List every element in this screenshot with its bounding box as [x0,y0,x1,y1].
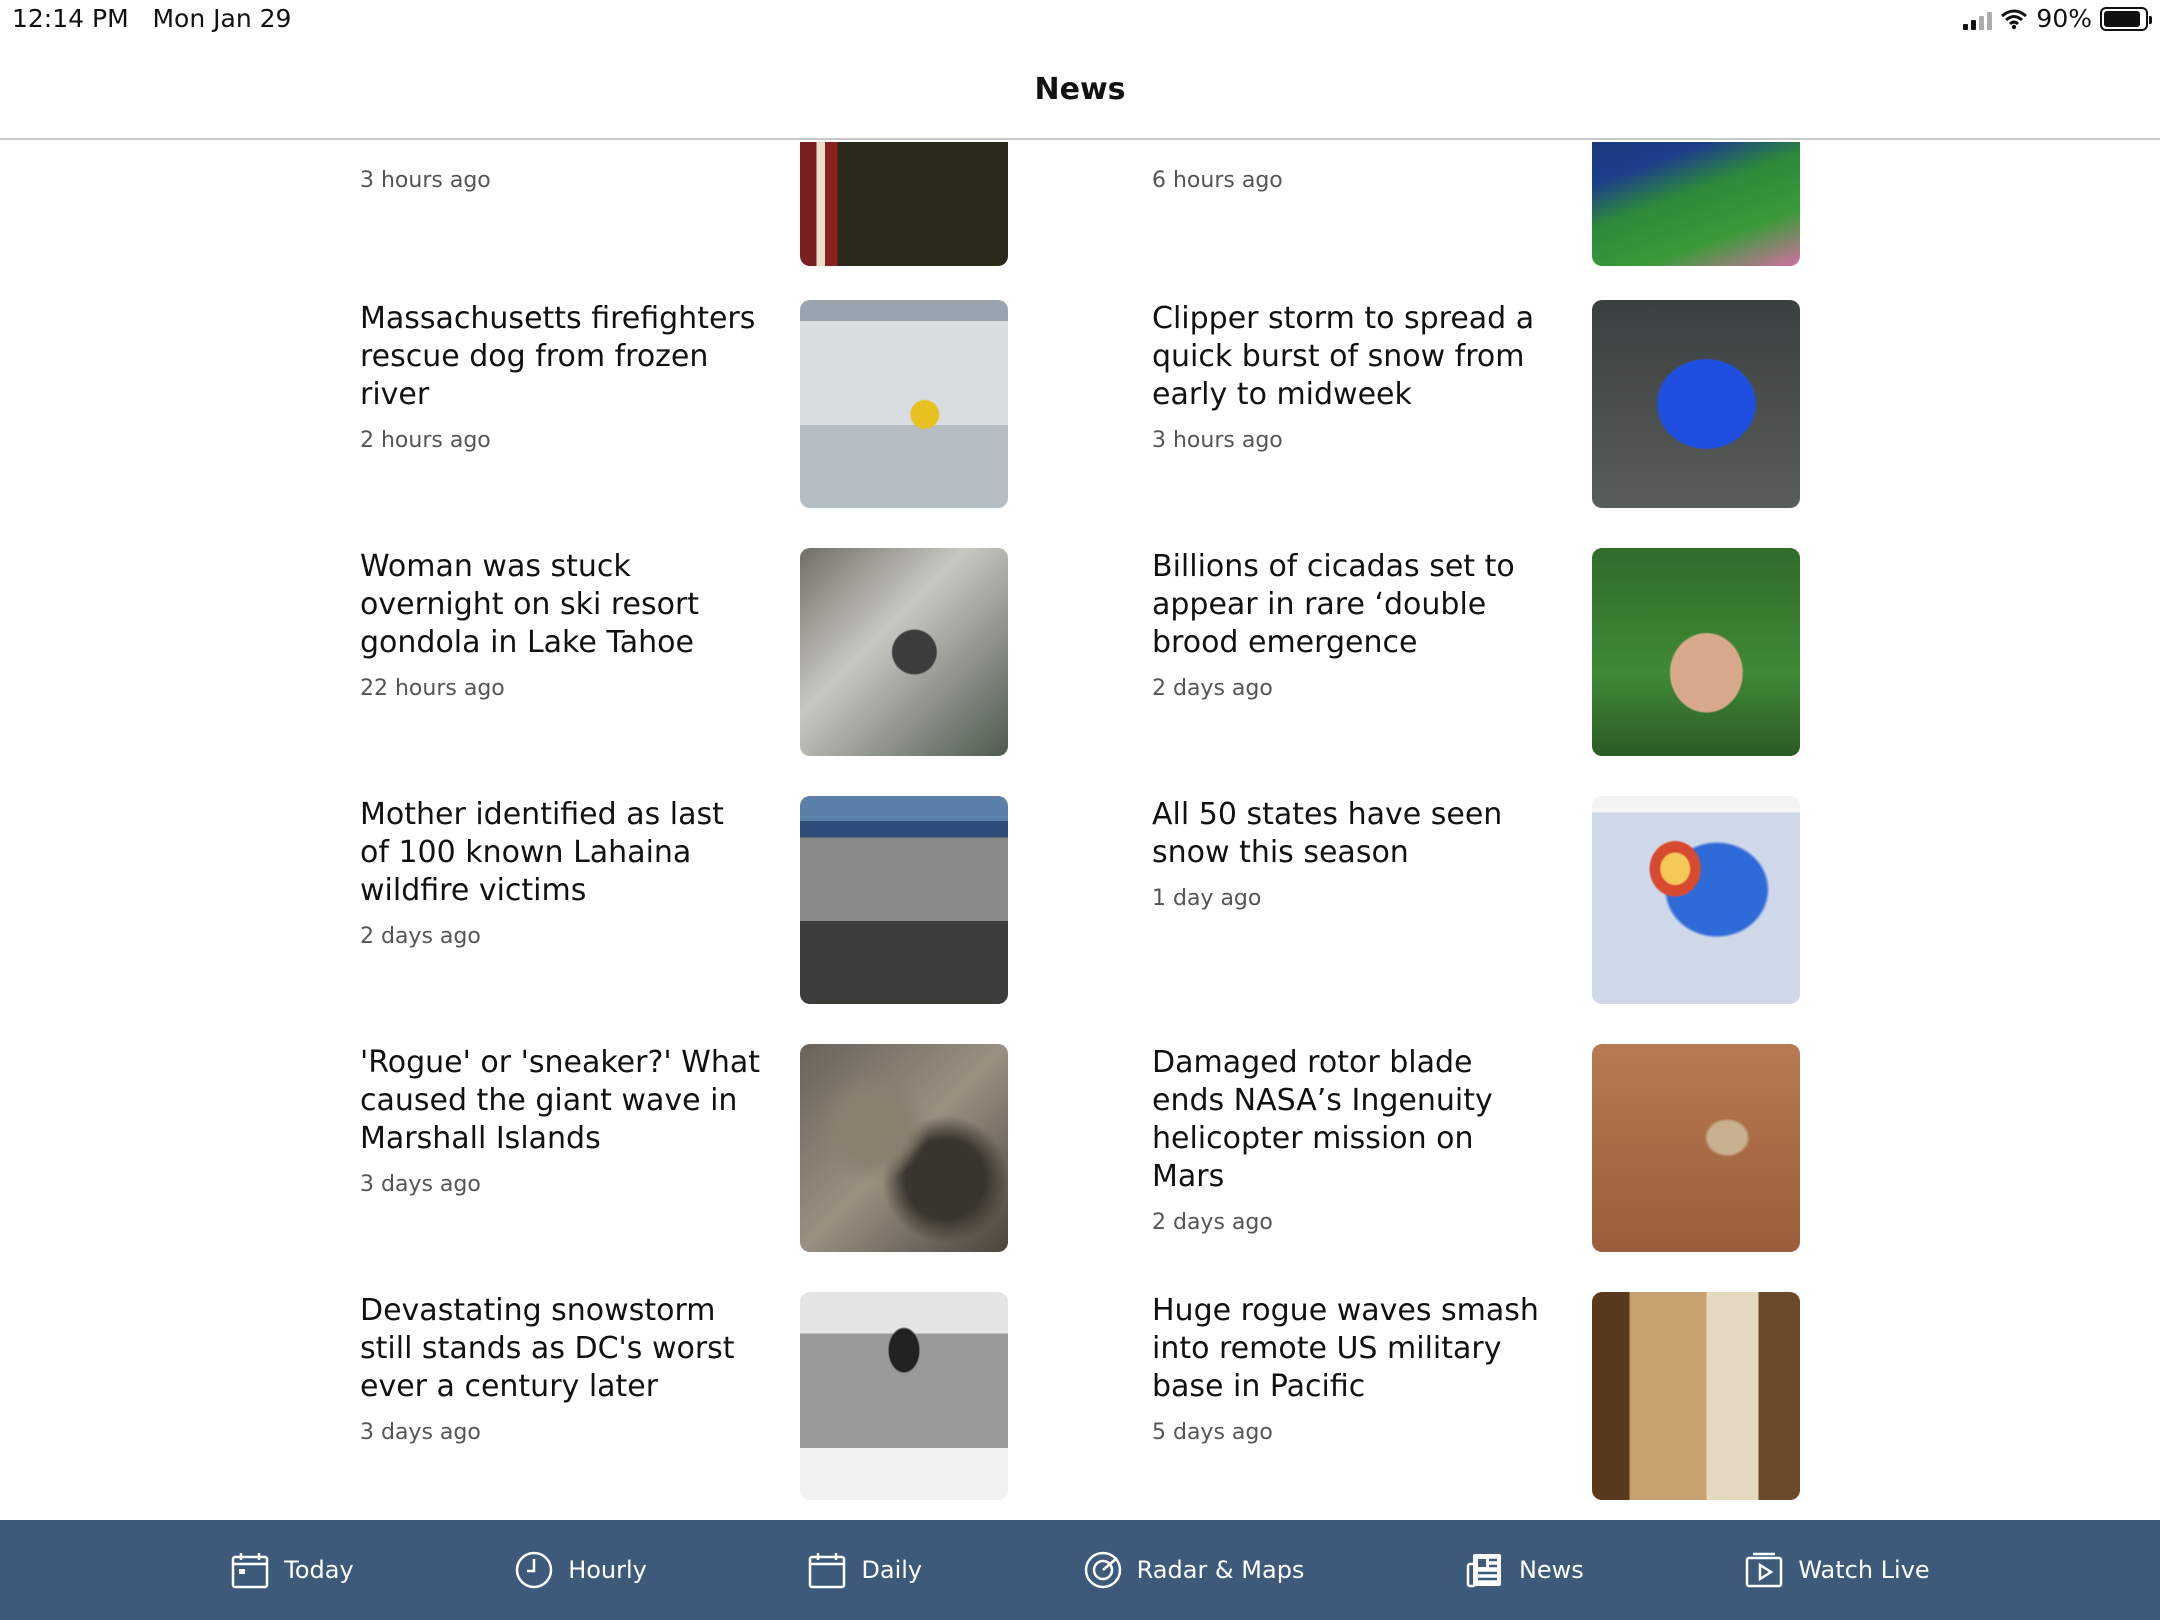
article-text: Huge rogue waves smash into remote US mi… [1152,1292,1552,1445]
tab-watch-live[interactable]: Watch Live [1744,1550,1930,1590]
tab-news[interactable]: News [1465,1550,1584,1590]
article-headline[interactable]: Mother identified as last of 100 known L… [360,796,760,910]
article-text: Damaged rotor blade ends NASA’s Ingenuit… [1152,1044,1552,1235]
article-time: 2 days ago [1152,676,1273,701]
article-text: All 50 states have seen snow this season… [1152,796,1552,911]
status-time-date: 12:14 PM Mon Jan 29 [12,4,291,33]
article-time: 3 hours ago [360,168,491,193]
article-text: Clipper storm to spread a quick burst of… [1152,300,1552,453]
status-bar: 12:14 PM Mon Jan 29 90% [0,0,2160,40]
battery-percent: 90% [2036,4,2092,33]
article-thumbnail[interactable] [800,142,1008,266]
calendar-icon [809,1553,846,1589]
article-text: 'Rogue' or 'sneaker?' What caused the gi… [360,1044,760,1197]
article-time: 2 hours ago [360,428,491,453]
article-time: 3 hours ago [1152,428,1283,453]
article-text: Billions of cicadas set to appear in rar… [1152,548,1552,701]
news-feed[interactable]: 3 hours ago Massachusetts firefighters r… [0,142,2160,1520]
tab-label: Today [284,1556,354,1584]
article-thumbnail[interactable] [1592,300,1800,508]
tab-label: Watch Live [1798,1556,1930,1584]
tab-label: Hourly [568,1556,647,1584]
article-headline[interactable]: Billions of cicadas set to appear in rar… [1152,548,1552,662]
status-date: Mon Jan 29 [152,4,292,33]
play-icon [1746,1552,1783,1588]
cellular-signal-icon [1963,8,1993,30]
status-time: 12:14 PM [12,4,129,33]
article-headline[interactable]: 'Rogue' or 'sneaker?' What caused the gi… [360,1044,760,1158]
article-thumbnail[interactable] [800,1292,1008,1500]
clock-icon [515,1551,553,1589]
news-article[interactable]: 6 hours ago [1152,142,2152,266]
article-time: 6 hours ago [1152,168,1283,193]
page-title: News [1034,71,1126,107]
article-thumbnail[interactable] [800,1044,1008,1252]
article-thumbnail[interactable] [1592,796,1800,1004]
article-thumbnail[interactable] [1592,1292,1800,1500]
article-text: Devastating snowstorm still stands as DC… [360,1292,760,1445]
article-time: 5 days ago [1152,1420,1273,1445]
article-text: Woman was stuck overnight on ski resort … [360,548,760,701]
article-text: Mother identified as last of 100 known L… [360,796,760,949]
calendar-icon [232,1553,269,1589]
article-text: 3 hours ago [360,154,760,193]
article-headline[interactable]: Woman was stuck overnight on ski resort … [360,548,760,662]
article-thumbnail[interactable] [1592,142,1800,266]
battery-level [2104,10,2140,27]
article-thumbnail[interactable] [1592,1044,1800,1252]
article-time: 2 days ago [360,924,481,949]
tab-hourly[interactable]: Hourly [514,1550,647,1590]
article-headline[interactable]: Damaged rotor blade ends NASA’s Ingenuit… [1152,1044,1552,1196]
tab-label: Daily [861,1556,923,1584]
article-headline[interactable]: Huge rogue waves smash into remote US mi… [1152,1292,1552,1406]
article-text: Massachusetts firefighters rescue dog fr… [360,300,760,453]
article-thumbnail[interactable] [800,300,1008,508]
article-thumbnail[interactable] [1592,548,1800,756]
news-article[interactable]: Billions of cicadas set to appear in rar… [1152,548,2152,756]
tab-radar-maps[interactable]: Radar & Maps [1083,1550,1305,1590]
article-headline[interactable]: All 50 states have seen snow this season [1152,796,1552,872]
article-thumbnail[interactable] [800,548,1008,756]
tab-today[interactable]: Today [230,1550,354,1590]
article-headline[interactable]: Devastating snowstorm still stands as DC… [360,1292,760,1406]
tab-daily[interactable]: Daily [807,1550,922,1590]
news-article[interactable]: Huge rogue waves smash into remote US mi… [1152,1292,2152,1500]
radar-icon [1084,1551,1121,1589]
article-text: 6 hours ago [1152,154,1552,193]
news-article[interactable]: Clipper storm to spread a quick burst of… [1152,300,2152,508]
tab-label: News [1518,1556,1584,1584]
article-headline[interactable]: Clipper storm to spread a quick burst of… [1152,300,1552,414]
tab-label: Radar & Maps [1136,1556,1305,1584]
battery-icon [2100,6,2152,31]
article-headline[interactable]: Massachusetts firefighters rescue dog fr… [360,300,760,414]
article-time: 22 hours ago [360,676,505,701]
article-time: 3 days ago [360,1420,481,1445]
wifi-icon [2001,9,2028,29]
status-indicators: 90% [1963,4,2152,33]
article-time: 3 days ago [360,1172,481,1197]
header: News [0,40,2160,140]
newspaper-icon [1466,1554,1501,1588]
news-article[interactable]: Damaged rotor blade ends NASA’s Ingenuit… [1152,1044,2152,1252]
article-time: 1 day ago [1152,886,1262,911]
bottom-tab-bar: Today Hourly Daily Radar & Maps News Wat… [0,1520,2160,1620]
news-article[interactable]: All 50 states have seen snow this season… [1152,796,2152,1004]
article-time: 2 days ago [1152,1210,1273,1235]
article-thumbnail[interactable] [800,796,1008,1004]
